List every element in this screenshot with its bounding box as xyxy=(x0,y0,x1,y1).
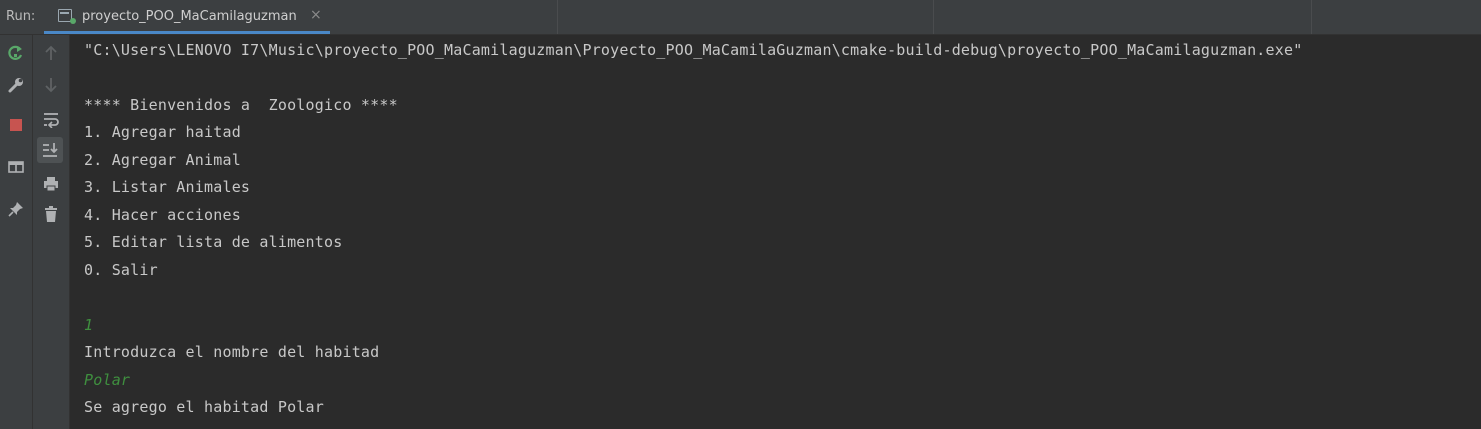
wrench-icon[interactable] xyxy=(4,73,28,97)
run-toolbar-secondary xyxy=(33,35,70,429)
print-icon[interactable] xyxy=(39,172,63,196)
layout-icon[interactable] xyxy=(4,155,28,179)
console-line: 0. Salir xyxy=(84,261,158,279)
console-line: Introduzca el nombre del habitad xyxy=(84,343,380,361)
tabbar-divider xyxy=(557,0,558,34)
scroll-to-end-icon[interactable] xyxy=(37,137,63,163)
run-label: Run: xyxy=(6,9,36,24)
console-line: "C:\Users\LENOVO I7\Music\proyecto_POO_M… xyxy=(84,41,1303,59)
console-line: 1. Agregar haitad xyxy=(84,123,241,141)
console-input-line: 1 xyxy=(84,316,94,334)
console-line: **** Bienvenidos a Zoologico **** xyxy=(84,96,398,114)
run-tab[interactable]: proyecto_POO_MaCamilaguzman × xyxy=(44,0,330,34)
run-toolbar-primary xyxy=(0,35,33,429)
console-line: 2. Agregar Animal xyxy=(84,151,241,169)
up-arrow-icon[interactable] xyxy=(39,41,63,65)
console-output[interactable]: "C:\Users\LENOVO I7\Music\proyecto_POO_M… xyxy=(70,35,1481,429)
tabbar-divider xyxy=(933,0,934,34)
soft-wrap-icon[interactable] xyxy=(39,107,63,131)
console-line: 4. Hacer acciones xyxy=(84,206,241,224)
down-arrow-icon[interactable] xyxy=(39,73,63,97)
run-tool-window-header: Run: proyecto_POO_MaCamilaguzman × xyxy=(0,0,1481,35)
console-line: Se agrego el habitad Polar xyxy=(84,398,324,416)
run-tab-label: proyecto_POO_MaCamilaguzman xyxy=(82,9,297,24)
console-line: 3. Listar Animales xyxy=(84,178,251,196)
close-icon[interactable]: × xyxy=(310,7,322,23)
stop-icon[interactable] xyxy=(4,113,28,137)
rerun-icon[interactable] xyxy=(4,41,28,65)
trash-icon[interactable] xyxy=(39,202,63,226)
console-input-line: Polar xyxy=(84,371,131,389)
pin-icon[interactable] xyxy=(4,197,28,221)
console-line: 5. Editar lista de alimentos xyxy=(84,233,343,251)
tabbar-divider xyxy=(1311,0,1312,34)
running-indicator-icon xyxy=(70,18,76,24)
